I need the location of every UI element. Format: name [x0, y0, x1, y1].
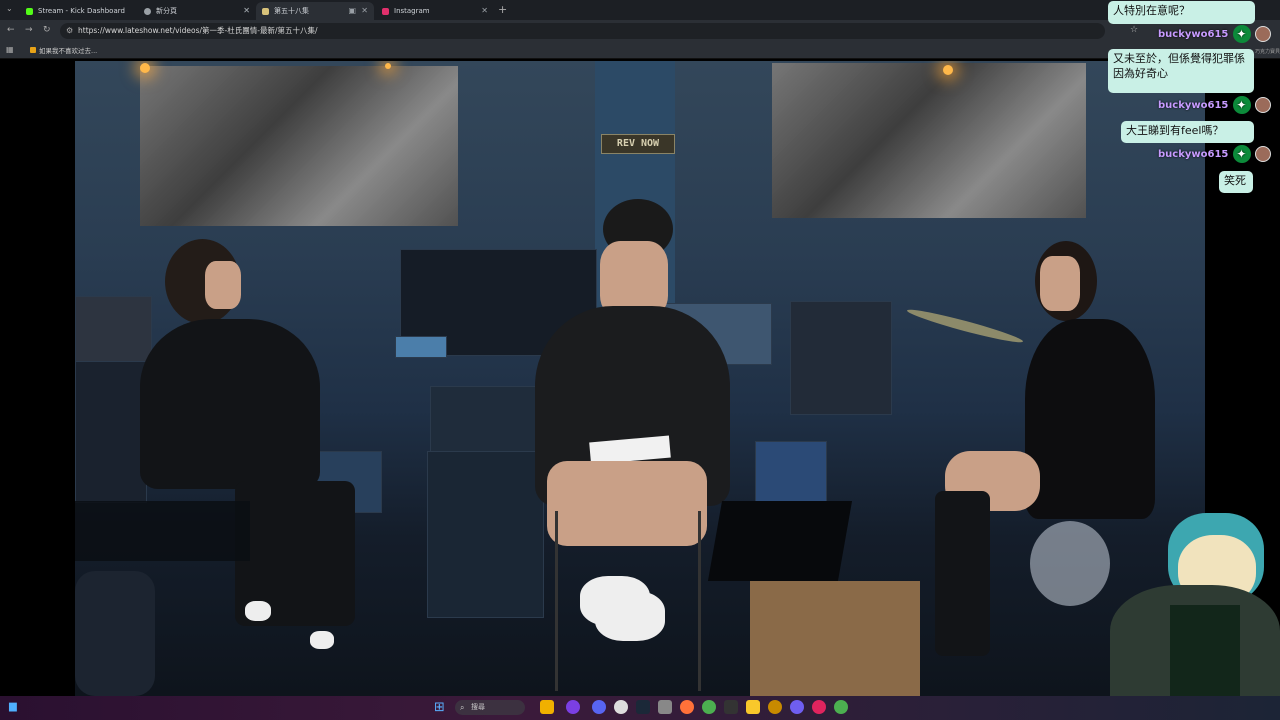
obs-icon[interactable]	[614, 700, 628, 714]
widgets-icon[interactable]: ▆	[9, 701, 17, 712]
amplifier	[430, 386, 537, 453]
verified-badge-icon	[1233, 145, 1252, 163]
search-icon: ⌕	[460, 703, 465, 712]
bookmark-label: 如果我不喜欢过去...	[39, 47, 98, 55]
chat-message: 笑死	[1219, 171, 1253, 193]
streamer-shirt	[1170, 605, 1240, 700]
tab-episode[interactable]: 第五十八集 ▣ ✕	[256, 2, 374, 20]
stool	[555, 511, 701, 691]
chat-username: buckywo615	[1158, 148, 1229, 160]
tab-new-tab[interactable]: 新分頁 ✕	[138, 2, 256, 20]
rev-now-sign: REV NOW	[601, 134, 675, 154]
reload-icon[interactable]: ↻	[43, 25, 51, 35]
discord-icon[interactable]	[790, 700, 804, 714]
chat-username-row: buckywo615	[1158, 25, 1272, 43]
url-text: https://www.lateshow.net/videos/第一季-杜氏團情…	[78, 26, 318, 35]
boots	[935, 491, 990, 656]
speaker-cabinet	[427, 451, 544, 618]
start-windows-icon[interactable]: ⊞	[434, 700, 445, 715]
back-icon[interactable]: ←	[7, 25, 15, 35]
music-stand	[75, 501, 250, 561]
file-explorer-icon[interactable]	[746, 700, 760, 714]
sock	[310, 631, 334, 649]
chat-message: 又未至於，但係覺得犯罪係因為好奇心	[1108, 49, 1254, 93]
chat-username-row: buckywo615	[1158, 96, 1272, 114]
steam-icon[interactable]	[636, 700, 650, 714]
apps-grid-icon[interactable]: ▦	[6, 45, 14, 54]
address-bar[interactable]: ⚙ https://www.lateshow.net/videos/第一季-杜氏…	[60, 23, 1105, 39]
new-tab-button[interactable]: +	[498, 3, 507, 16]
effects-box	[395, 336, 447, 358]
search-text: 搜尋	[471, 703, 485, 711]
wall-poster-right	[772, 63, 1086, 218]
crate	[750, 581, 920, 696]
browser-toolbar: ← → ↻ ⚙ https://www.lateshow.net/videos/…	[0, 20, 1280, 42]
taskbar: ▆ ⊞ ⌕ 搜尋	[0, 696, 1280, 720]
avatar	[1255, 26, 1272, 42]
close-tab-icon[interactable]: ✕	[361, 6, 368, 15]
app-icon[interactable]	[658, 700, 672, 714]
close-tab-icon[interactable]: ✕	[481, 6, 488, 15]
person-left-face	[205, 261, 241, 309]
music-stand	[707, 501, 853, 581]
game-app-icon[interactable]	[540, 700, 554, 714]
streamer-webcam	[1110, 505, 1280, 700]
chat-username: buckywo615	[1158, 99, 1229, 111]
firefox-icon[interactable]	[680, 700, 694, 714]
bookmark-item[interactable]: 如果我不喜欢过去...	[30, 45, 97, 55]
person-left-body	[140, 319, 320, 489]
chat-username-row: buckywo615	[1158, 145, 1272, 163]
tab-instagram[interactable]: Instagram ✕	[376, 2, 494, 20]
folder-icon	[30, 47, 36, 53]
chat-overlay: 人特別在意呢？ buckywo615 又未至於，但係覺得犯罪係因為好奇心 buc…	[1100, 0, 1280, 200]
chat-message: 大王睇到有feel嗎？	[1121, 121, 1254, 143]
drum	[1030, 521, 1110, 606]
person-right-face	[1040, 256, 1080, 311]
chat-message: 人特別在意呢？	[1108, 1, 1255, 24]
tab-search-icon[interactable]: ⌄	[6, 4, 13, 13]
app-icon[interactable]	[724, 700, 738, 714]
site-favicon-icon	[262, 7, 269, 15]
chrome-icon[interactable]	[834, 700, 848, 714]
forward-icon[interactable]: →	[25, 25, 33, 35]
taskbar-search[interactable]: ⌕ 搜尋	[455, 700, 525, 715]
chrome-icon[interactable]	[702, 700, 716, 714]
sock	[245, 601, 271, 621]
amplifier	[790, 301, 892, 415]
discord-icon[interactable]	[592, 700, 606, 714]
verified-badge-icon	[1233, 25, 1252, 43]
hanging-lamp	[943, 65, 953, 75]
tab-label: 新分頁	[156, 7, 177, 15]
bookmarks-bar: ▦ 如果我不喜欢过去...	[0, 42, 1280, 59]
instagram-icon	[382, 7, 389, 15]
hanging-lamp	[385, 63, 391, 69]
site-info-icon[interactable]: ⚙	[66, 23, 73, 39]
speaker-cabinet	[75, 361, 147, 503]
app-icon[interactable]	[768, 700, 782, 714]
chat-username: buckywo615	[1158, 28, 1229, 40]
profile-label: 巧克力寶貝	[1255, 49, 1280, 55]
cymbal	[905, 305, 1025, 347]
verified-badge-icon	[1233, 96, 1252, 114]
app-icon[interactable]	[812, 700, 826, 714]
globe-icon	[144, 7, 151, 15]
wall-poster-left	[140, 66, 458, 226]
video-player[interactable]: REV NOW	[75, 61, 1205, 696]
tab-audio-icon[interactable]: ▣	[348, 6, 356, 15]
app-icon[interactable]	[566, 700, 580, 714]
tab-label: Instagram	[394, 7, 430, 15]
amplifier	[75, 296, 152, 363]
kick-favicon-icon	[26, 7, 33, 15]
tab-label: 第五十八集	[274, 7, 309, 15]
tab-label: Stream - Kick Dashboard	[38, 7, 125, 15]
tab-strip: ⌄ Stream - Kick Dashboard ✕ 新分頁 ✕ 第五十八集 …	[0, 0, 1280, 20]
guitar-case	[75, 571, 155, 696]
avatar	[1255, 146, 1272, 162]
close-tab-icon[interactable]: ✕	[243, 6, 250, 15]
person-right-dress	[1025, 319, 1155, 519]
avatar	[1255, 97, 1272, 113]
hanging-lamp	[140, 63, 150, 73]
